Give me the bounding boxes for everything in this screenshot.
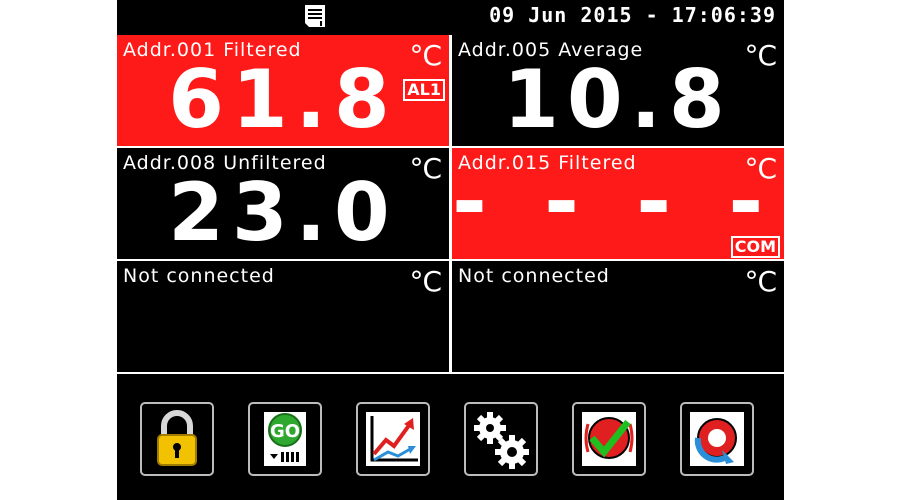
trend-chart-button[interactable] [356, 402, 430, 476]
unit-label: °C [744, 265, 777, 298]
reset-button[interactable] [680, 402, 754, 476]
unit-label: °C [409, 265, 442, 298]
sd-card-icon [305, 5, 325, 27]
trend-chart-icon [366, 412, 420, 466]
padlock-icon [157, 410, 197, 466]
channel-value: - - - - - [452, 152, 784, 250]
channel-grid: Addr.001 Filtered °C 61.8 AL1 Addr.005 A… [117, 35, 784, 374]
go-record-icon: GO [264, 412, 306, 466]
start-recording-button[interactable]: GO [248, 402, 322, 476]
alarm-acknowledge-icon [582, 412, 636, 466]
channel-label: Not connected [123, 265, 275, 287]
function-toolbar: GO [117, 376, 784, 500]
comm-error-flag: COM [730, 236, 780, 258]
settings-button[interactable] [464, 402, 538, 476]
status-bar: 09 Jun 2015 - 17:06:39 [117, 0, 784, 34]
channel-value: 10.8 [503, 53, 733, 146]
alarm-acknowledge-button[interactable] [572, 402, 646, 476]
instrument-screen: 09 Jun 2015 - 17:06:39 Addr.001 Filtered… [117, 0, 784, 500]
settings-gears-icon [474, 412, 529, 469]
date-time-display: 09 Jun 2015 - 17:06:39 [489, 3, 776, 27]
go-label: GO [270, 421, 300, 442]
channel-tile-4[interactable]: Addr.015 Filtered °C - - - - - COM [452, 148, 784, 259]
reset-icon [690, 412, 744, 466]
channel-tile-3[interactable]: Addr.008 Unfiltered °C 23.0 [117, 148, 449, 259]
channel-tile-2[interactable]: Addr.005 Average °C 10.8 [452, 35, 784, 146]
lock-button[interactable] [140, 402, 214, 476]
channel-value: 61.8 [168, 53, 398, 146]
channel-tile-1[interactable]: Addr.001 Filtered °C 61.8 AL1 [117, 35, 449, 146]
channel-tile-6[interactable]: Not connected °C [452, 261, 784, 372]
alarm-flag: AL1 [403, 79, 445, 101]
channel-tile-5[interactable]: Not connected °C [117, 261, 449, 372]
channel-value: 23.0 [168, 166, 398, 259]
channel-label: Not connected [458, 265, 610, 287]
